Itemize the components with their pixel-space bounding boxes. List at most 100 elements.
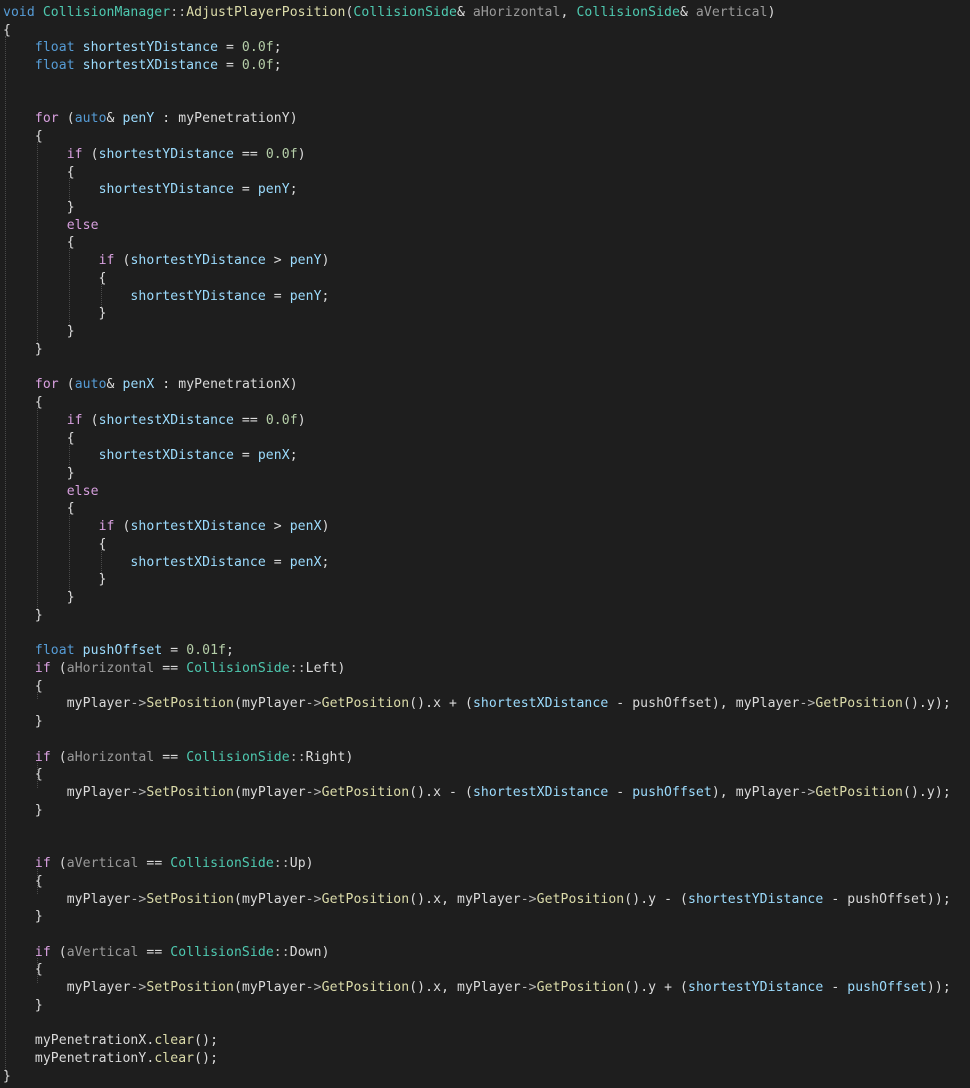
- code-line: float pushOffset = 0.01f;: [3, 642, 234, 660]
- code-token: if: [34, 944, 51, 960]
- code-line: if (aVertical == CollisionSide::Down): [3, 944, 330, 962]
- code-token: shortestXDistance: [472, 785, 609, 801]
- code-token: CollisionSide: [186, 749, 290, 765]
- code-token: ==: [233, 412, 266, 428]
- code-token: {: [3, 235, 75, 251]
- code-token: if: [66, 412, 83, 428]
- code-token: ): [321, 253, 330, 269]
- code-token: penY: [289, 288, 322, 304]
- code-token: ));: [926, 980, 951, 996]
- code-token: ): [297, 146, 306, 162]
- code-token: clear: [154, 1033, 195, 1049]
- code-line: if (aHorizontal == CollisionSide::Left): [3, 660, 346, 678]
- code-token: aVertical: [66, 944, 139, 960]
- code-token: GetPosition: [321, 891, 410, 907]
- code-token: SetPosition: [146, 785, 234, 801]
- code-token: ): [297, 412, 306, 428]
- code-token: (: [114, 253, 131, 269]
- code-token: ::: [289, 749, 306, 765]
- code-line: {: [3, 961, 43, 979]
- code-token: {: [3, 962, 43, 978]
- code-token: myPlayer: [241, 696, 306, 712]
- code-token: void: [3, 5, 35, 20]
- code-token: else: [66, 217, 99, 233]
- code-token: &: [106, 111, 123, 127]
- code-token: }: [3, 341, 43, 357]
- code-line: void CollisionManager::AdjustPlayerPosit…: [3, 4, 776, 22]
- code-token: myPenetrationX: [178, 377, 290, 393]
- code-line: float shortestYDistance = 0.0f;: [3, 39, 282, 57]
- code-token: aHorizontal: [472, 5, 561, 20]
- code-token: ->: [130, 785, 147, 801]
- code-token: shortestYDistance: [130, 288, 266, 304]
- code-token: SetPosition: [146, 891, 234, 907]
- code-token: aHorizontal: [66, 749, 155, 765]
- code-line: {: [3, 678, 43, 696]
- code-token: (: [82, 146, 99, 162]
- code-line: shortestXDistance = penX;: [3, 447, 298, 465]
- code-token: ->: [520, 891, 537, 907]
- code-token: (: [50, 944, 67, 960]
- code-token: =: [233, 182, 258, 198]
- code-token: float: [34, 40, 75, 56]
- code-token: ),: [711, 696, 736, 712]
- code-token: Right: [305, 749, 346, 765]
- code-token: ;: [226, 643, 234, 659]
- code-line: if (shortestXDistance > penX): [3, 518, 330, 536]
- code-line: }: [3, 571, 107, 589]
- code-line: }: [3, 323, 75, 341]
- code-token: }: [3, 1068, 11, 1084]
- code-token: (: [58, 377, 75, 393]
- code-line: if (aVertical == CollisionSide::Up): [3, 855, 314, 873]
- code-token: ): [767, 5, 776, 20]
- code-token: GetPosition: [536, 980, 625, 996]
- code-token: >: [265, 253, 290, 269]
- code-line: {: [3, 430, 75, 448]
- code-token: ->: [799, 696, 816, 712]
- code-token: =: [265, 288, 290, 304]
- code-token: ;: [321, 554, 330, 570]
- code-token: {: [3, 129, 43, 145]
- code-token: }: [3, 997, 43, 1013]
- code-token: {: [3, 270, 107, 286]
- code-line: if (aHorizontal == CollisionSide::Right): [3, 749, 354, 767]
- code-token: for: [34, 377, 59, 393]
- code-token: shortestYDistance: [687, 891, 824, 907]
- code-token: myPlayer: [735, 696, 800, 712]
- code-line: }: [3, 607, 43, 625]
- code-line: shortestYDistance = penY;: [3, 288, 330, 306]
- code-token: for: [34, 111, 59, 127]
- code-token: if: [34, 856, 51, 872]
- code-token: {: [3, 395, 43, 411]
- code-token: Up: [289, 856, 306, 872]
- code-token: (: [82, 412, 99, 428]
- code-token: clear: [154, 1051, 195, 1067]
- code-token: (: [233, 785, 242, 801]
- code-token: Down: [289, 944, 322, 960]
- code-line: myPlayer->SetPosition(myPlayer->GetPosit…: [3, 891, 951, 909]
- code-token: ::: [273, 856, 290, 872]
- code-line: {: [3, 500, 75, 518]
- code-token: float: [34, 58, 75, 74]
- code-line: }: [3, 908, 43, 926]
- code-line: }: [3, 199, 75, 217]
- code-token: =: [265, 554, 290, 570]
- code-line: {: [3, 128, 43, 146]
- code-line: {: [3, 766, 43, 784]
- code-token: }: [3, 802, 43, 818]
- code-token: -: [608, 785, 633, 801]
- code-token: >: [265, 519, 290, 535]
- code-token: ),: [711, 785, 736, 801]
- code-token: shortestXDistance: [472, 696, 609, 712]
- code-token: myPlayer: [735, 785, 800, 801]
- code-line: {: [3, 873, 43, 891]
- code-token: GetPosition: [321, 785, 410, 801]
- code-token: penX: [257, 448, 290, 464]
- code-editor[interactable]: void CollisionManager::AdjustPlayerPosit…: [0, 0, 970, 1088]
